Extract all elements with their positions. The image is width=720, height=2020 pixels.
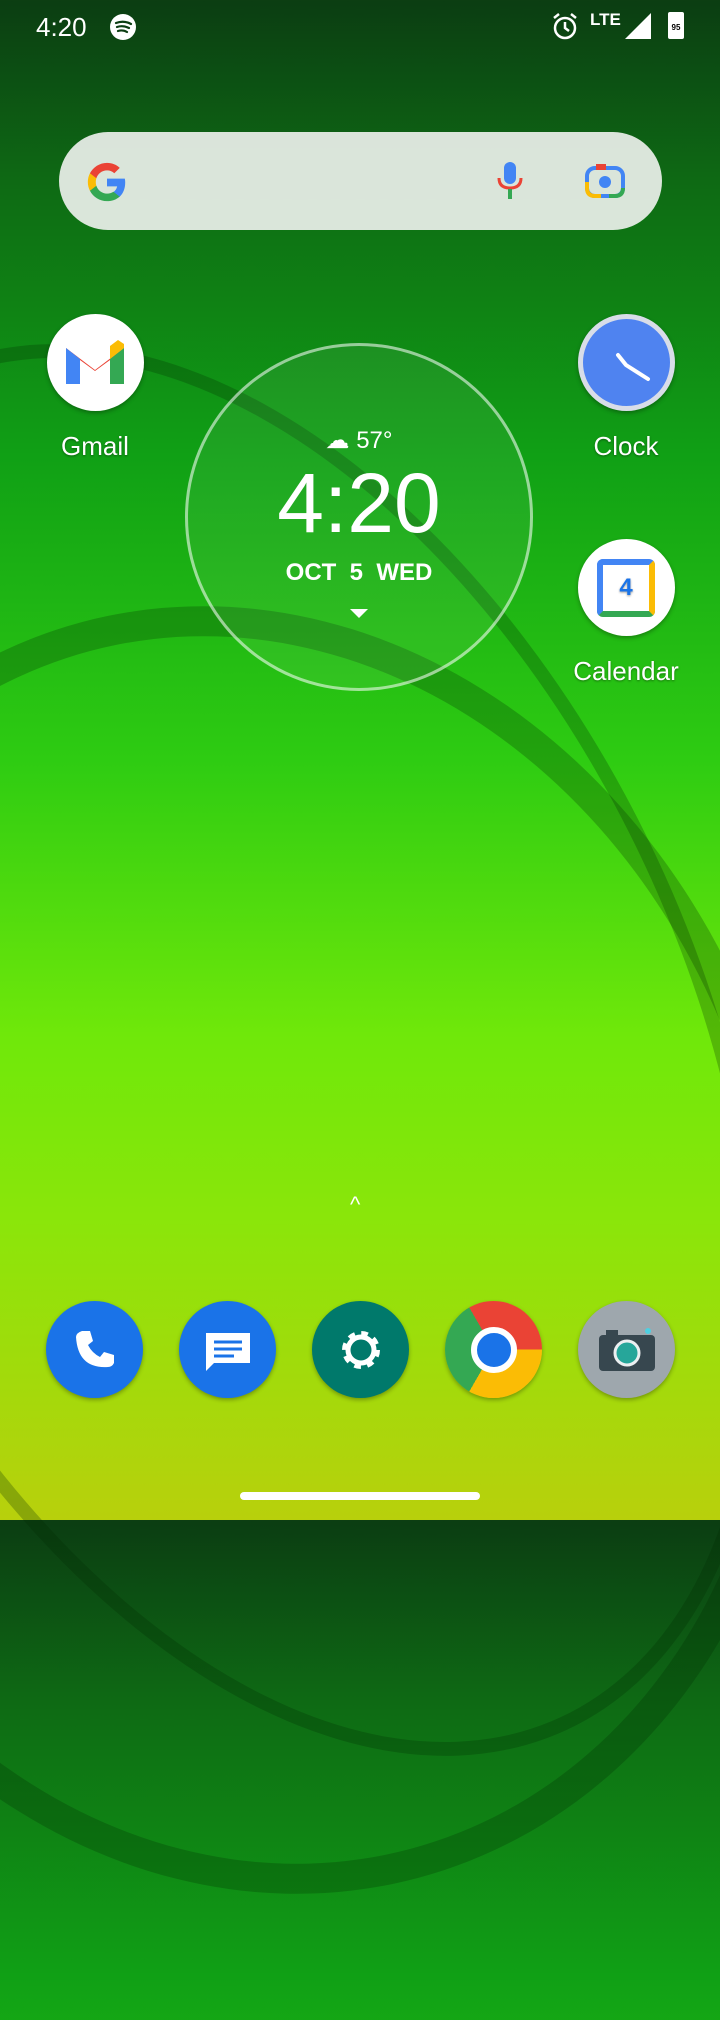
app-clock[interactable]: Clock xyxy=(556,314,696,462)
calendar-day: 4 xyxy=(597,558,655,617)
google-search-bar[interactable] xyxy=(59,132,662,230)
phone-icon xyxy=(75,1330,114,1367)
app-label: Gmail xyxy=(61,431,129,461)
gear-icon xyxy=(341,1330,380,1369)
dock-phone[interactable] xyxy=(46,1301,143,1398)
clock-weather-widget[interactable]: ☁ 57° 4:20 OCT 5 WED xyxy=(185,343,533,691)
calendar-icon: 4 xyxy=(577,539,675,636)
dock-chrome[interactable] xyxy=(445,1301,542,1398)
network-type: LTE xyxy=(590,10,621,29)
battery-level: 95 xyxy=(671,23,681,32)
temperature: 57° xyxy=(356,427,393,454)
chrome-icon xyxy=(470,1326,517,1373)
widget-date: OCT 5 WED xyxy=(285,559,433,586)
google-logo-icon xyxy=(87,162,126,202)
spotify-icon xyxy=(110,14,136,40)
clock-icon xyxy=(577,314,675,411)
battery-icon: 95 xyxy=(668,12,684,39)
gmail-icon xyxy=(46,314,144,411)
status-bar: 4:20 LTE 95 xyxy=(0,0,720,52)
signal-icon xyxy=(625,13,651,39)
google-lens-icon[interactable] xyxy=(584,162,626,200)
expand-arrow-icon[interactable] xyxy=(350,609,368,618)
gesture-nav-handle[interactable] xyxy=(240,1492,480,1500)
app-calendar[interactable]: 4 Calendar xyxy=(556,539,696,687)
app-gmail[interactable]: Gmail xyxy=(25,314,165,462)
dock-messages[interactable] xyxy=(179,1301,276,1398)
camera-icon xyxy=(598,1327,655,1371)
microphone-icon[interactable] xyxy=(495,160,525,202)
messages-icon xyxy=(205,1332,250,1371)
dock-settings[interactable] xyxy=(312,1301,409,1398)
app-label: Clock xyxy=(593,431,659,461)
alarm-icon xyxy=(553,13,577,40)
dock-camera[interactable] xyxy=(578,1301,675,1398)
weather: ☁ 57° xyxy=(188,426,530,455)
cloud-icon: ☁ xyxy=(325,427,350,454)
app-drawer-arrow-icon[interactable]: ^ xyxy=(350,1192,360,1218)
widget-time: 4:20 xyxy=(277,456,441,550)
app-label: Calendar xyxy=(573,656,679,686)
status-time: 4:20 xyxy=(36,12,87,42)
